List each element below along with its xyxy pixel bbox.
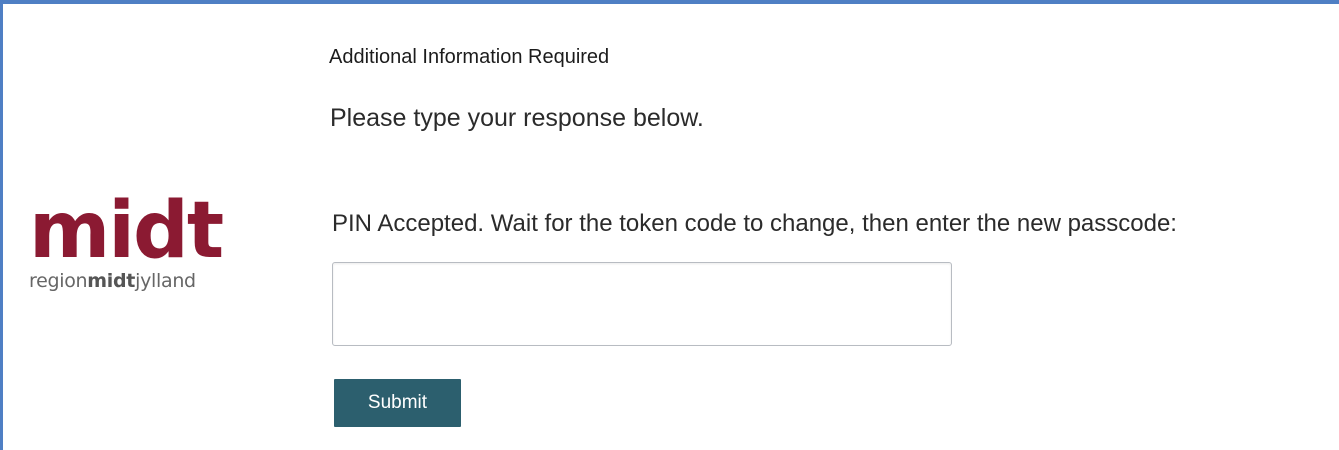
page-title: Additional Information Required: [329, 46, 610, 68]
response-prompt: Please type your response below.: [330, 104, 704, 132]
logo-subtitle-suffix: jylland: [135, 270, 196, 292]
passcode-input[interactable]: [332, 262, 952, 346]
logo-subtitle-bold: midt: [87, 270, 136, 292]
midt-logo: midt regionmidtjylland: [29, 192, 249, 292]
logo-subtitle-prefix: region: [29, 270, 88, 292]
page-frame: midt regionmidtjylland Additional Inform…: [0, 0, 1339, 450]
passcode-instruction: PIN Accepted. Wait for the token code to…: [332, 210, 1177, 237]
submit-button[interactable]: Submit: [334, 379, 461, 427]
logo-wordmark: midt: [29, 186, 224, 276]
